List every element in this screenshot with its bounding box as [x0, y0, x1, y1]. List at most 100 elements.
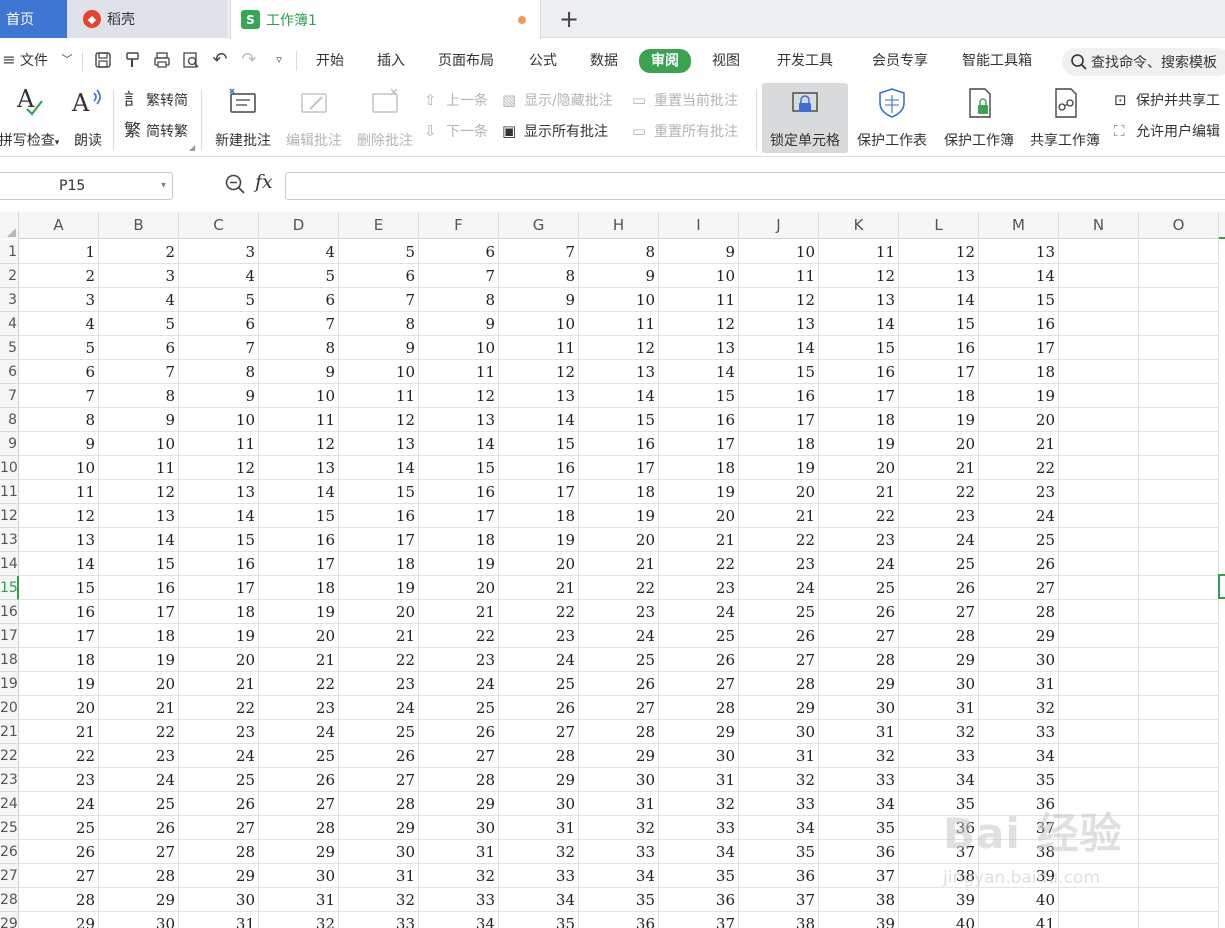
cell-d1[interactable]: 4 [259, 240, 339, 264]
cell-f10[interactable]: 15 [419, 456, 499, 480]
cell-j1[interactable]: 10 [739, 240, 819, 264]
cell-d14[interactable]: 17 [259, 552, 339, 576]
cell-d23[interactable]: 26 [259, 768, 339, 792]
cell-l14[interactable]: 25 [899, 552, 979, 576]
column-header-n[interactable]: N [1059, 212, 1139, 239]
cell-l12[interactable]: 23 [899, 504, 979, 528]
cell-f28[interactable]: 33 [419, 888, 499, 912]
spellcheck-button[interactable]: A 拼写检查▾ [0, 83, 62, 153]
cell-n29[interactable] [1059, 912, 1139, 928]
cell-c2[interactable]: 4 [179, 264, 259, 288]
menu-data[interactable]: 数据 [590, 50, 618, 72]
cell-m17[interactable]: 29 [979, 624, 1059, 648]
cell-c25[interactable]: 27 [179, 816, 259, 840]
cell-m27[interactable]: 39 [979, 864, 1059, 888]
tab-home[interactable]: 首页 [0, 0, 67, 38]
cell-m26[interactable]: 38 [979, 840, 1059, 864]
cell-l4[interactable]: 15 [899, 312, 979, 336]
cell-o1[interactable] [1139, 240, 1219, 264]
cell-e19[interactable]: 23 [339, 672, 419, 696]
cell-f3[interactable]: 8 [419, 288, 499, 312]
cell-e15[interactable]: 19 [339, 576, 419, 600]
cell-h3[interactable]: 10 [579, 288, 659, 312]
cell-h22[interactable]: 29 [579, 744, 659, 768]
cell-a13[interactable]: 13 [19, 528, 99, 552]
cell-m18[interactable]: 30 [979, 648, 1059, 672]
cell-j16[interactable]: 25 [739, 600, 819, 624]
menu-view[interactable]: 视图 [712, 50, 740, 72]
cell-o29[interactable] [1139, 912, 1219, 928]
cell-k16[interactable]: 26 [819, 600, 899, 624]
cell-i3[interactable]: 11 [659, 288, 739, 312]
cell-g17[interactable]: 23 [499, 624, 579, 648]
cell-f20[interactable]: 25 [419, 696, 499, 720]
cell-k7[interactable]: 17 [819, 384, 899, 408]
cell-i18[interactable]: 26 [659, 648, 739, 672]
cell-o4[interactable] [1139, 312, 1219, 336]
cell-c16[interactable]: 18 [179, 600, 259, 624]
cell-h6[interactable]: 13 [579, 360, 659, 384]
cell-b27[interactable]: 28 [99, 864, 179, 888]
cell-d28[interactable]: 31 [259, 888, 339, 912]
cell-j7[interactable]: 16 [739, 384, 819, 408]
cell-e9[interactable]: 13 [339, 432, 419, 456]
chevron-down-icon[interactable]: ▾ [161, 173, 166, 199]
cell-j6[interactable]: 15 [739, 360, 819, 384]
cell-a8[interactable]: 8 [19, 408, 99, 432]
cell-k24[interactable]: 34 [819, 792, 899, 816]
cell-d27[interactable]: 30 [259, 864, 339, 888]
column-header-k[interactable]: K [819, 212, 899, 239]
cell-j23[interactable]: 32 [739, 768, 819, 792]
cell-n18[interactable] [1059, 648, 1139, 672]
undo-icon[interactable]: ↶ [211, 51, 229, 69]
cell-m1[interactable]: 13 [979, 240, 1059, 264]
cell-g19[interactable]: 25 [499, 672, 579, 696]
protect-workbook-button[interactable]: 保护工作簿 [938, 83, 1020, 153]
cell-d13[interactable]: 16 [259, 528, 339, 552]
cell-h11[interactable]: 18 [579, 480, 659, 504]
row-header-10[interactable]: 10 [0, 456, 19, 480]
cell-c27[interactable]: 29 [179, 864, 259, 888]
cell-k26[interactable]: 36 [819, 840, 899, 864]
cell-j24[interactable]: 33 [739, 792, 819, 816]
cell-b16[interactable]: 17 [99, 600, 179, 624]
row-header-6[interactable]: 6 [0, 360, 19, 384]
cell-i27[interactable]: 35 [659, 864, 739, 888]
cell-o15[interactable] [1139, 576, 1219, 600]
row-header-26[interactable]: 26 [0, 840, 19, 864]
cell-n3[interactable] [1059, 288, 1139, 312]
cell-g23[interactable]: 29 [499, 768, 579, 792]
cell-o10[interactable] [1139, 456, 1219, 480]
cell-d24[interactable]: 27 [259, 792, 339, 816]
cell-h16[interactable]: 23 [579, 600, 659, 624]
tab-workbook[interactable]: S 工作簿1 [230, 0, 541, 39]
cell-l13[interactable]: 24 [899, 528, 979, 552]
cell-o17[interactable] [1139, 624, 1219, 648]
delete-comment-button[interactable]: 删除批注 [352, 83, 418, 153]
cell-h5[interactable]: 12 [579, 336, 659, 360]
cell-c7[interactable]: 9 [179, 384, 259, 408]
select-all-corner[interactable] [0, 212, 19, 239]
cell-b25[interactable]: 26 [99, 816, 179, 840]
cell-d10[interactable]: 13 [259, 456, 339, 480]
cell-f14[interactable]: 19 [419, 552, 499, 576]
cell-f25[interactable]: 30 [419, 816, 499, 840]
cell-c24[interactable]: 26 [179, 792, 259, 816]
cell-g26[interactable]: 32 [499, 840, 579, 864]
cell-m13[interactable]: 25 [979, 528, 1059, 552]
row-header-4[interactable]: 4 [0, 312, 19, 336]
cell-n24[interactable] [1059, 792, 1139, 816]
cell-k29[interactable]: 39 [819, 912, 899, 928]
cell-g1[interactable]: 7 [499, 240, 579, 264]
cell-f15[interactable]: 20 [419, 576, 499, 600]
cell-d3[interactable]: 6 [259, 288, 339, 312]
cell-f7[interactable]: 12 [419, 384, 499, 408]
cell-g6[interactable]: 12 [499, 360, 579, 384]
cell-b5[interactable]: 6 [99, 336, 179, 360]
cell-i22[interactable]: 30 [659, 744, 739, 768]
cell-j3[interactable]: 12 [739, 288, 819, 312]
cell-l22[interactable]: 33 [899, 744, 979, 768]
cell-i1[interactable]: 9 [659, 240, 739, 264]
cell-a2[interactable]: 2 [19, 264, 99, 288]
cell-n1[interactable] [1059, 240, 1139, 264]
